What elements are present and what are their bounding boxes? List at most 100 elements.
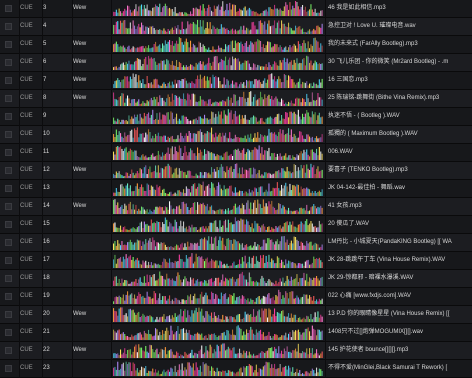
- track-row[interactable]: CUE 21 1408只不过[]炮弹MOGUMIX[][].wav: [0, 324, 472, 342]
- cue-button[interactable]: CUE: [20, 36, 42, 53]
- row-select-checkbox[interactable]: [5, 36, 17, 53]
- cue-button[interactable]: CUE: [20, 288, 42, 305]
- cue-button[interactable]: CUE: [20, 162, 42, 179]
- track-row[interactable]: CUE 16 LM丹比 - 小城夏天(PandaKING Bootleg) [[ W…: [0, 234, 472, 252]
- track-row[interactable]: CUE 10 孤獨的 ( Maximum Bootleg ).WAV: [0, 126, 472, 144]
- row-select-checkbox[interactable]: [5, 54, 17, 71]
- waveform-preview[interactable]: [113, 235, 323, 250]
- waveform-preview[interactable]: [113, 91, 323, 106]
- row-select-checkbox[interactable]: [5, 18, 17, 35]
- row-select-checkbox[interactable]: [5, 252, 17, 269]
- row-select-checkbox[interactable]: [5, 198, 17, 215]
- cue-button[interactable]: CUE: [20, 126, 42, 143]
- track-row[interactable]: CUE 5 Wew 我的未来式 (FarAlly Bootleg).mp3: [0, 36, 472, 54]
- cue-button[interactable]: CUE: [20, 252, 42, 269]
- column-divider: [111, 108, 112, 126]
- waveform-preview[interactable]: [113, 343, 323, 358]
- waveform-preview[interactable]: [113, 199, 323, 214]
- track-row[interactable]: CUE 12 Wew 要喜子 (TENKO Bootleg).mp3: [0, 162, 472, 180]
- waveform-preview[interactable]: [113, 289, 323, 304]
- row-select-checkbox[interactable]: [5, 180, 17, 197]
- row-select-checkbox[interactable]: [5, 360, 17, 377]
- track-number: 4: [43, 23, 47, 29]
- column-divider: [325, 360, 326, 378]
- cue-button[interactable]: CUE: [20, 216, 42, 233]
- cue-button[interactable]: CUE: [20, 54, 42, 71]
- waveform-preview[interactable]: [113, 55, 323, 70]
- row-select-checkbox[interactable]: [5, 126, 17, 143]
- track-row[interactable]: CUE 18 JK 29-惊都邪 - 暗裸水瀑溪.WAV: [0, 270, 472, 288]
- track-row[interactable]: CUE 14 Wew 41 女孩.mp3: [0, 198, 472, 216]
- waveform-preview[interactable]: [113, 145, 323, 160]
- waveform-preview[interactable]: [113, 19, 323, 34]
- track-row[interactable]: CUE 19 022 心痛 [www.fxdjs.com].WAV: [0, 288, 472, 306]
- waveform-preview[interactable]: [113, 1, 323, 16]
- cue-button[interactable]: CUE: [20, 72, 42, 89]
- row-select-checkbox[interactable]: [5, 270, 17, 287]
- row-select-checkbox[interactable]: [5, 306, 17, 323]
- column-divider: [325, 216, 326, 234]
- track-row[interactable]: CUE 3 Wew 46 我是如此相信.mp3: [0, 0, 472, 18]
- waveform-preview[interactable]: [113, 325, 323, 340]
- track-row[interactable]: CUE 13 JK 04-142-最佳拍 - 舞蹈.wav: [0, 180, 472, 198]
- row-select-checkbox[interactable]: [5, 342, 17, 359]
- track-row[interactable]: CUE 20 Wew 13 P.D 你的眼睛像星星 (Vina House Remix…: [0, 306, 472, 324]
- waveform-preview[interactable]: [113, 127, 323, 142]
- track-row[interactable]: CUE 4 急控卫对 ! Love U. 璀璨电音.wav: [0, 18, 472, 36]
- row-select-checkbox[interactable]: [5, 324, 17, 341]
- track-tag: Wew: [73, 167, 87, 173]
- cue-button[interactable]: CUE: [20, 90, 42, 107]
- waveform-preview[interactable]: [113, 109, 323, 124]
- cue-button[interactable]: CUE: [20, 360, 42, 377]
- waveform-preview[interactable]: [113, 181, 323, 196]
- column-divider: [72, 144, 73, 162]
- track-number: 21: [43, 329, 50, 335]
- cue-button[interactable]: CUE: [20, 234, 42, 251]
- row-select-checkbox[interactable]: [5, 144, 17, 161]
- track-title: 145 护花使者 bounce[][][].mp3: [328, 347, 409, 353]
- cue-button[interactable]: CUE: [20, 108, 42, 125]
- cue-button[interactable]: CUE: [20, 198, 42, 215]
- column-divider: [19, 108, 20, 126]
- track-row[interactable]: CUE 17 JK 28-跳跳午丁车 (Vina House Remix).WAV: [0, 252, 472, 270]
- row-select-checkbox[interactable]: [5, 90, 17, 107]
- waveform-preview[interactable]: [113, 73, 323, 88]
- track-tag: Wew: [73, 59, 87, 65]
- track-row[interactable]: CUE 22 Wew 145 护花使者 bounce[][][].mp3: [0, 342, 472, 360]
- waveform-preview[interactable]: [113, 271, 323, 286]
- cue-button[interactable]: CUE: [20, 342, 42, 359]
- cue-button[interactable]: CUE: [20, 0, 42, 17]
- waveform-preview[interactable]: [113, 307, 323, 322]
- row-select-checkbox[interactable]: [5, 72, 17, 89]
- column-divider: [111, 306, 112, 324]
- track-row[interactable]: CUE 6 Wew 30 飞儿乐团 - 你的微笑 (Mr2ard Bootleg) -…: [0, 54, 472, 72]
- column-divider: [111, 288, 112, 306]
- waveform-preview[interactable]: [113, 361, 323, 376]
- cue-button[interactable]: CUE: [20, 306, 42, 323]
- row-select-checkbox[interactable]: [5, 216, 17, 233]
- column-divider: [72, 36, 73, 54]
- cue-button[interactable]: CUE: [20, 180, 42, 197]
- cue-button[interactable]: CUE: [20, 324, 42, 341]
- cue-button[interactable]: CUE: [20, 270, 42, 287]
- column-divider: [42, 324, 43, 342]
- track-row[interactable]: CUE 9 执迷不悟 - ( Bootleg ).WAV: [0, 108, 472, 126]
- track-row[interactable]: CUE 8 Wew 25 陈瑞铭-跳舞街 (Bithe Vina Remix).mp3: [0, 90, 472, 108]
- row-select-checkbox[interactable]: [5, 234, 17, 251]
- row-select-checkbox[interactable]: [5, 162, 17, 179]
- cue-button[interactable]: CUE: [20, 18, 42, 35]
- waveform-preview[interactable]: [113, 37, 323, 52]
- track-row[interactable]: CUE 15 20 傻瓜了.WAV: [0, 216, 472, 234]
- column-divider: [72, 18, 73, 36]
- waveform-preview[interactable]: [113, 163, 323, 178]
- track-row[interactable]: CUE 7 Wew 16 三国恋.mp3: [0, 72, 472, 90]
- waveform-preview[interactable]: [113, 253, 323, 268]
- track-row[interactable]: CUE 23 不得不爱(MinGlei,Black Samurai T Rework…: [0, 360, 472, 378]
- row-select-checkbox[interactable]: [5, 0, 17, 17]
- waveform-preview[interactable]: [113, 217, 323, 232]
- row-select-checkbox[interactable]: [5, 288, 17, 305]
- cue-button[interactable]: CUE: [20, 144, 42, 161]
- track-row[interactable]: CUE 11 006.WAV: [0, 144, 472, 162]
- column-divider: [19, 306, 20, 324]
- row-select-checkbox[interactable]: [5, 108, 17, 125]
